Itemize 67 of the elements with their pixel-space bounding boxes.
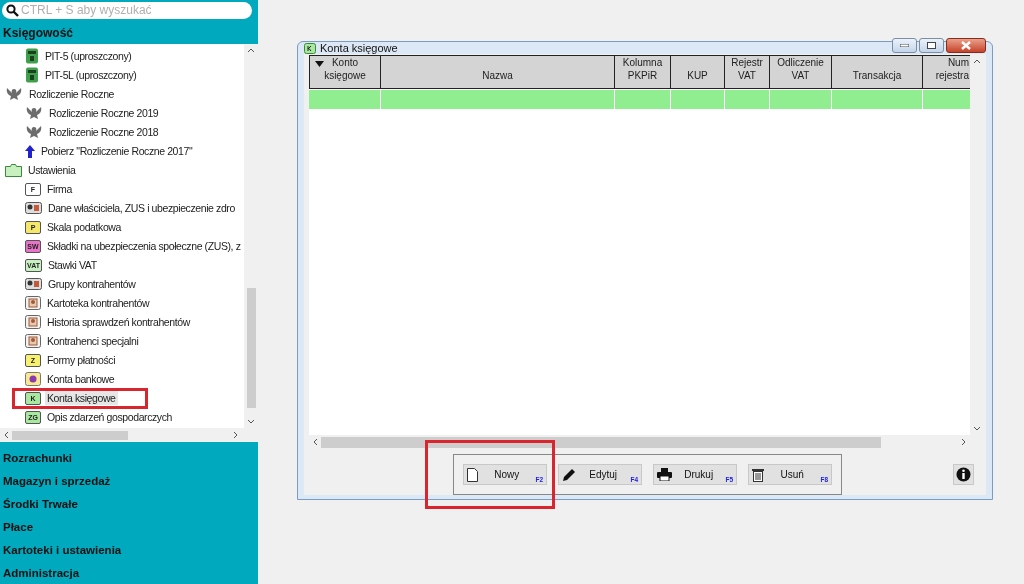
tree-item[interactable]: Konta księgowe <box>45 391 118 406</box>
search-field[interactable]: CTRL + S aby wyszukać <box>2 2 252 19</box>
scroll-thumb[interactable] <box>321 436 881 448</box>
module-header[interactable]: Magazyn i sprzedaż <box>0 469 258 492</box>
close-icon <box>961 40 971 50</box>
trash-icon <box>752 467 764 482</box>
search-icon <box>6 3 19 17</box>
coin-icon <box>25 372 41 387</box>
person-card-icon <box>25 334 41 349</box>
column-header[interactable]: Rejestr VAT <box>725 55 770 89</box>
column-header[interactable]: Transakcja <box>832 55 923 89</box>
tree-item[interactable]: Dane właściciela, ZUS i ubezpieczenie zdro <box>46 201 237 216</box>
eagle-icon <box>25 105 43 122</box>
tree-item[interactable]: Rozliczenie Roczne 2018 <box>47 125 161 140</box>
tree-item[interactable]: Ustawienia <box>26 163 78 178</box>
person-card-icon <box>25 296 41 311</box>
tree-item[interactable]: Konta bankowe <box>45 372 117 387</box>
window-icon <box>304 42 316 54</box>
module-header[interactable]: Płace <box>0 515 258 538</box>
tree-item[interactable]: Grupy kontrahentów <box>46 277 138 292</box>
document-icon <box>25 67 39 84</box>
module-header[interactable]: Administracja <box>0 561 258 584</box>
tree-item[interactable]: Formy płatności <box>45 353 118 368</box>
close-button[interactable] <box>946 37 986 53</box>
scrollbar[interactable] <box>0 428 258 442</box>
tree-item[interactable]: Kontrahenci specjalni <box>45 334 141 349</box>
maximize-button[interactable] <box>919 37 944 53</box>
pencil-icon <box>562 467 576 482</box>
column-header[interactable]: Num rejestra <box>923 55 970 89</box>
eagle-icon <box>5 86 23 103</box>
tree-item[interactable]: Stawki VAT <box>45 258 99 273</box>
tree-item[interactable]: Firma <box>45 182 74 197</box>
column-header[interactable]: KUP <box>671 55 725 89</box>
section-header[interactable]: Księgowość <box>0 18 258 44</box>
group-icon <box>25 277 42 292</box>
column-header[interactable]: Konto księgowe <box>309 55 381 89</box>
person-card-icon <box>25 315 41 330</box>
tree-item[interactable]: PIT-5L (uproszczony) <box>43 68 139 83</box>
group-icon <box>25 201 42 216</box>
module-header[interactable]: Rozrachunki <box>0 446 258 469</box>
tree-item[interactable]: Składki na ubezpieczenia społeczne (ZUS), z <box>45 239 243 254</box>
eagle-icon <box>25 124 43 141</box>
tree-item[interactable]: Kartoteka kontrahentów <box>45 296 152 311</box>
document-icon <box>467 467 478 482</box>
column-header[interactable]: Nazwa <box>381 55 615 89</box>
module-header[interactable]: Środki Trwałe <box>0 492 258 515</box>
tree-item[interactable]: Historia sprawdzeń kontrahentów <box>45 315 192 330</box>
tree-item[interactable]: Pobierz "Rozliczenie Roczne 2017" <box>39 144 195 159</box>
window-title: Konta księgowe <box>320 42 398 54</box>
tree-item[interactable]: PIT-5 (uproszczony) <box>43 49 134 64</box>
folder-icon <box>5 163 22 177</box>
column-header[interactable]: Kolumna PKPiR <box>615 55 671 89</box>
tree-item[interactable]: Skala podatkowa <box>45 220 123 235</box>
scroll-thumb[interactable] <box>246 288 256 408</box>
minimize-icon <box>900 43 909 47</box>
info-button[interactable] <box>953 464 974 485</box>
document-icon <box>25 48 39 65</box>
column-header[interactable]: Odliczenie VAT <box>770 55 832 89</box>
scroll-thumb[interactable] <box>12 430 128 440</box>
tree-item[interactable]: Rozliczenie Roczne <box>27 87 116 102</box>
maximize-icon <box>927 41 936 49</box>
info-icon <box>956 467 971 482</box>
tree-item[interactable]: Rozliczenie Roczne 2019 <box>47 106 161 121</box>
printer-icon <box>657 468 672 481</box>
up-arrow-icon <box>25 144 35 158</box>
tree-item[interactable]: Opis zdarzeń gospodarczych <box>45 410 174 425</box>
module-header[interactable]: Kartoteki i ustawienia <box>0 538 258 561</box>
